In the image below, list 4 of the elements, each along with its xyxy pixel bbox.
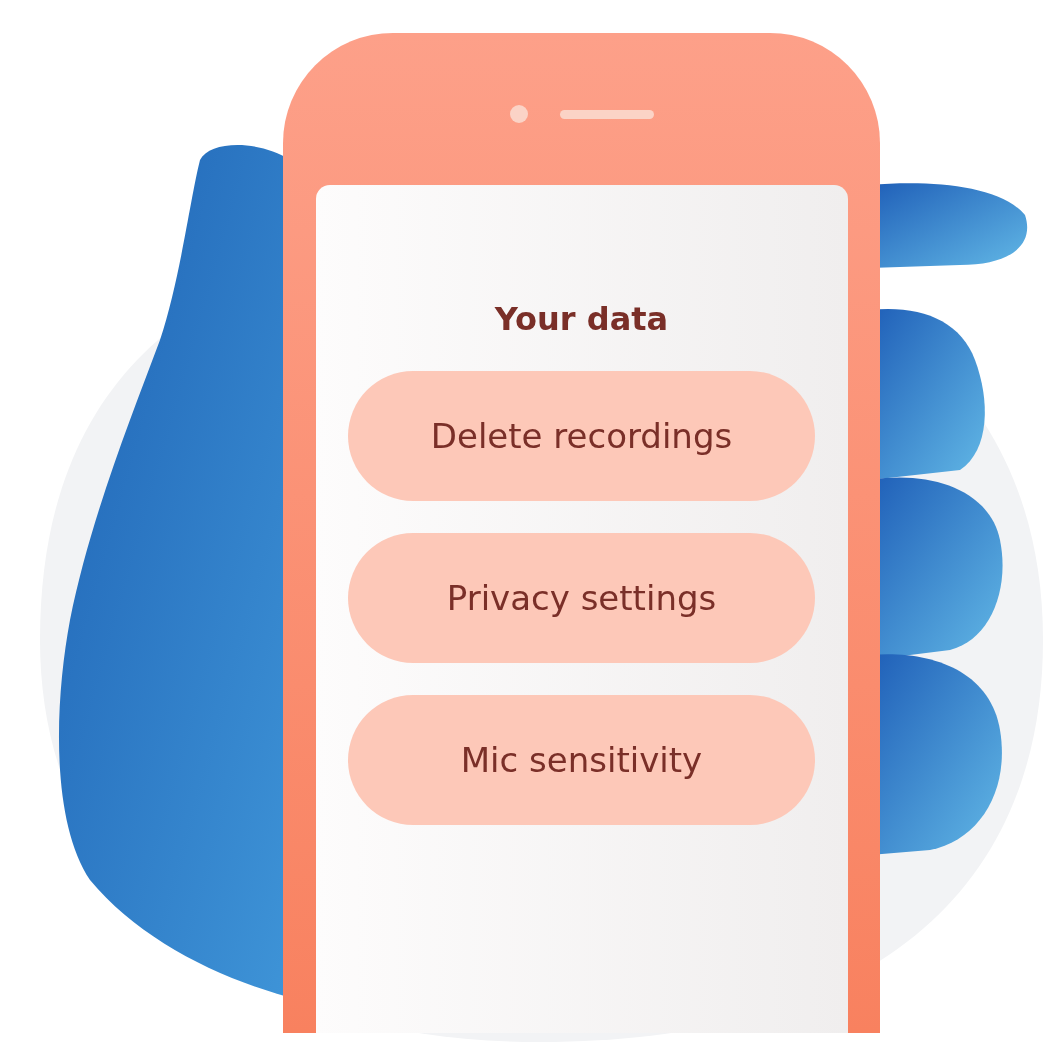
menu-button[interactable]: Mic sensitivity	[348, 695, 815, 825]
menu-button[interactable]: Delete recordings	[348, 371, 815, 501]
menu-button[interactable]: Privacy settings	[348, 533, 815, 663]
screen-title: Your data	[494, 299, 669, 340]
